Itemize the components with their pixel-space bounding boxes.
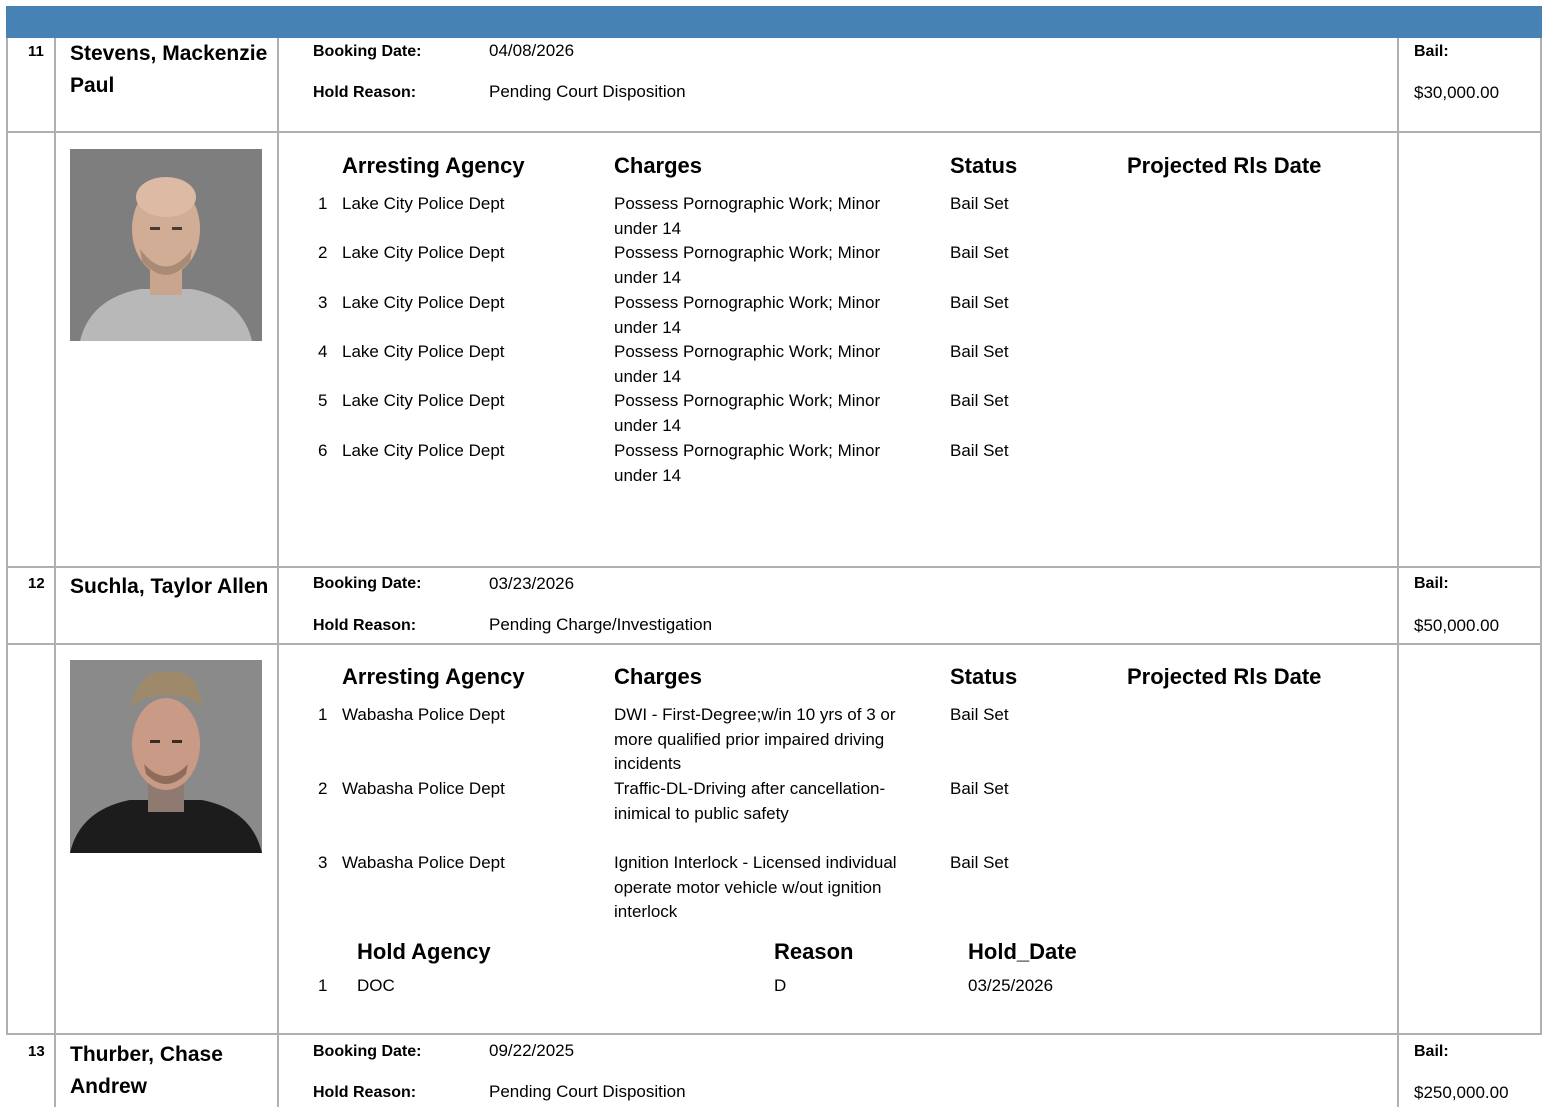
col-projected-rls-date: Projected Rls Date [1127, 153, 1322, 178]
inmate-number: 13 [28, 1043, 45, 1060]
hold-reason-value: Pending Court Disposition [489, 82, 686, 101]
bail-value: $30,000.00 [1414, 83, 1500, 102]
inmate-name[interactable]: Stevens, Mackenzie Paul [70, 38, 270, 102]
charge-status: Bail Set [950, 194, 1009, 213]
charge-agency: Lake City Police Dept [342, 243, 505, 262]
charge-index: 4 [318, 342, 328, 361]
bail-label: Bail: [1414, 43, 1449, 60]
charge-description: Possess Pornographic Work; Minor under 1… [614, 194, 881, 238]
col-status: Status [950, 664, 1018, 689]
booking-date-label: Booking Date: [313, 575, 422, 592]
charge-agency: Wabasha Police Dept [342, 705, 505, 724]
inmate-name[interactable]: Thurber, Chase Andrew [70, 1039, 270, 1103]
hold-agency: DOC [357, 976, 395, 995]
booking-date-value: 03/23/2026 [489, 574, 575, 593]
bail-value: $50,000.00 [1414, 616, 1500, 635]
column-divider [6, 38, 8, 1035]
booking-date-value: 09/22/2025 [489, 1041, 575, 1060]
row-divider [6, 131, 1542, 133]
row-divider [6, 1033, 1542, 1035]
mugshot-photo [70, 149, 262, 341]
col-reason: Reason [774, 939, 854, 964]
header-bar [6, 6, 1542, 38]
charge-status: Bail Set [950, 342, 1009, 361]
inmate-number: 11 [28, 43, 44, 60]
charge-index: 2 [318, 779, 328, 798]
charge-description: Ignition Interlock - Licensed individual… [614, 853, 897, 921]
charge-description: Possess Pornographic Work; Minor under 1… [614, 243, 881, 287]
hold-reason-label: Hold Reason: [313, 1084, 417, 1101]
booking-date-value: 04/08/2026 [489, 41, 575, 60]
charge-agency: Lake City Police Dept [342, 293, 505, 312]
charge-index: 6 [318, 441, 328, 460]
charge-agency: Wabasha Police Dept [342, 853, 505, 872]
charge-index: 2 [318, 243, 328, 262]
charge-status: Bail Set [950, 293, 1009, 312]
hold-reason-code: D [774, 976, 787, 995]
inmate-number: 12 [28, 575, 45, 592]
charge-description: Possess Pornographic Work; Minor under 1… [614, 391, 881, 435]
charge-status: Bail Set [950, 705, 1009, 724]
charge-description: DWI - First-Degree;w/in 10 yrs of 3 or m… [614, 705, 896, 773]
hold-date: 03/25/2026 [968, 976, 1054, 995]
bail-label: Bail: [1414, 1043, 1449, 1060]
col-hold-date: Hold_Date [968, 939, 1077, 964]
column-divider [1397, 38, 1399, 1107]
col-charges: Charges [614, 153, 703, 178]
booking-date-label: Booking Date: [313, 43, 422, 60]
hold-reason-value: Pending Charge/Investigation [489, 615, 713, 634]
charge-description: Traffic-DL-Driving after cancellation-in… [614, 779, 886, 823]
charge-index: 3 [318, 293, 328, 312]
row-divider [6, 566, 1542, 568]
charge-index: 3 [318, 853, 328, 872]
charge-agency: Wabasha Police Dept [342, 779, 505, 798]
bail-label: Bail: [1414, 575, 1449, 592]
charge-status: Bail Set [950, 441, 1009, 460]
bail-value: $250,000.00 [1414, 1083, 1509, 1102]
charge-status: Bail Set [950, 853, 1009, 872]
col-status: Status [950, 153, 1018, 178]
col-hold-agency: Hold Agency [357, 939, 491, 964]
column-divider [1540, 38, 1542, 1035]
col-arresting-agency: Arresting Agency [342, 664, 525, 689]
hold-reason-value: Pending Court Disposition [489, 1082, 686, 1101]
column-divider [54, 38, 56, 1107]
charge-status: Bail Set [950, 779, 1009, 798]
hold-index: 1 [318, 976, 328, 995]
col-charges: Charges [614, 664, 703, 689]
charge-index: 1 [318, 194, 328, 213]
booking-date-label: Booking Date: [313, 1043, 422, 1060]
charge-status: Bail Set [950, 243, 1009, 262]
charge-agency: Lake City Police Dept [342, 342, 505, 361]
column-divider [277, 38, 279, 1107]
charge-description: Possess Pornographic Work; Minor under 1… [614, 441, 881, 485]
col-projected-rls-date: Projected Rls Date [1127, 664, 1322, 689]
mugshot-photo [70, 660, 262, 853]
charge-agency: Lake City Police Dept [342, 441, 505, 460]
col-arresting-agency: Arresting Agency [342, 153, 525, 178]
charge-index: 1 [318, 705, 328, 724]
charge-agency: Lake City Police Dept [342, 194, 505, 213]
hold-reason-label: Hold Reason: [313, 84, 417, 101]
charge-agency: Lake City Police Dept [342, 391, 505, 410]
charge-status: Bail Set [950, 391, 1009, 410]
row-divider [6, 643, 1542, 645]
charge-description: Possess Pornographic Work; Minor under 1… [614, 293, 881, 337]
charge-index: 5 [318, 391, 328, 410]
hold-reason-label: Hold Reason: [313, 617, 417, 634]
charge-description: Possess Pornographic Work; Minor under 1… [614, 342, 881, 386]
inmate-name[interactable]: Suchla, Taylor Allen [70, 571, 270, 603]
